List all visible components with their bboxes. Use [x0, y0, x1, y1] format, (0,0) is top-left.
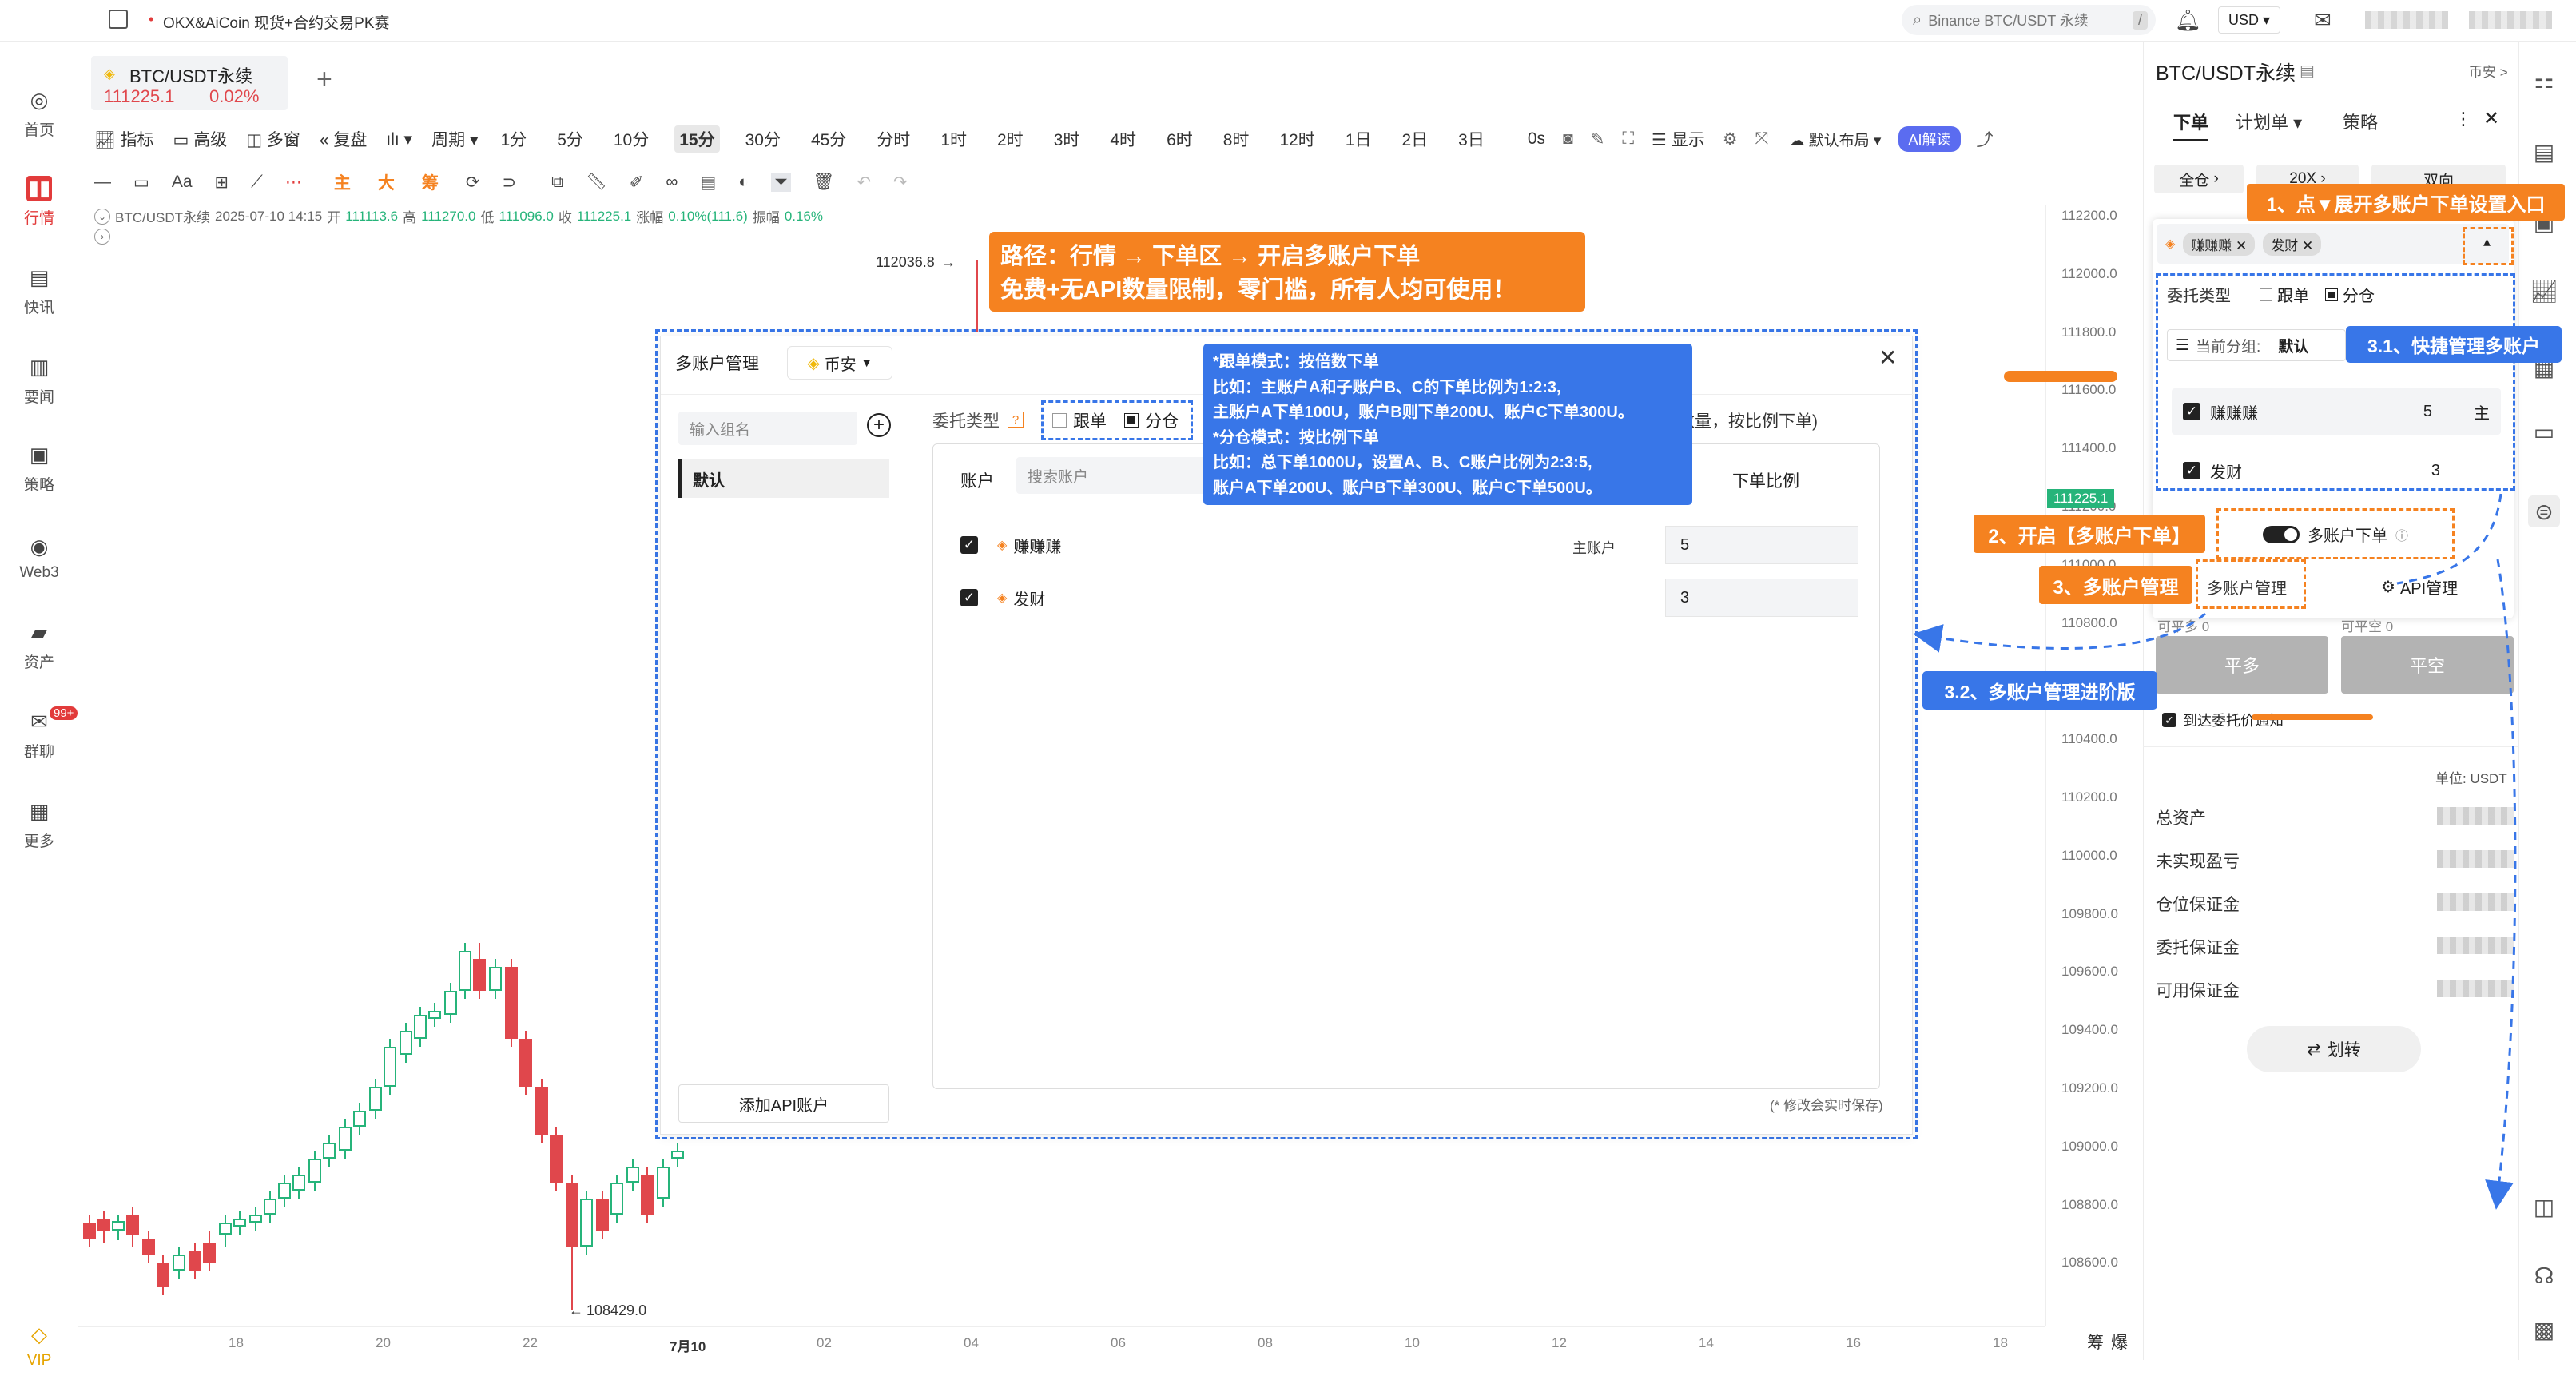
- annotation-arrows: [1913, 493, 2517, 1210]
- arrow-to-api: [2396, 493, 2502, 585]
- arrow-to-rail: [2485, 559, 2517, 1210]
- arrow-to-modal: [1913, 612, 2206, 653]
